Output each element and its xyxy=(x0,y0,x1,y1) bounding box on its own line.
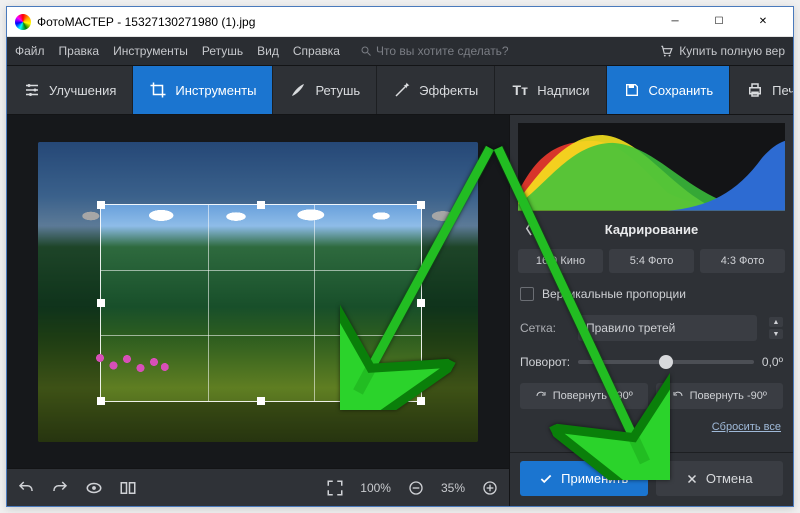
grid-row: Сетка: Правило третей ▲▼ xyxy=(510,309,793,347)
ratio-16-9[interactable]: 16:9 Кино xyxy=(518,249,603,273)
canvas-wrap xyxy=(7,115,509,468)
app-body: Файл Правка Инструменты Ретушь Вид Справ… xyxy=(7,37,793,506)
menu-tools[interactable]: Инструменты xyxy=(113,44,188,58)
menu-retouch[interactable]: Ретушь xyxy=(202,44,243,58)
crop-handle-bl[interactable] xyxy=(97,397,105,405)
histogram xyxy=(518,123,785,211)
cart-icon xyxy=(659,44,673,58)
sliders-icon xyxy=(23,81,41,99)
menubar: Файл Правка Инструменты Ретушь Вид Справ… xyxy=(7,37,793,65)
save-icon xyxy=(623,81,641,99)
side-panel: 〈 Кадрирование 16:9 Кино 5:4 Фото 4:3 Фо… xyxy=(509,115,793,506)
save-button[interactable]: Сохранить xyxy=(607,66,731,114)
menu-file[interactable]: Файл xyxy=(15,44,45,58)
zoom-percent[interactable]: 35% xyxy=(441,481,465,495)
crop-handle-tm[interactable] xyxy=(257,201,265,209)
maximize-button[interactable]: ☐ xyxy=(697,8,741,36)
menu-help[interactable]: Справка xyxy=(293,44,340,58)
rotate-minus-90[interactable]: Повернуть -90º xyxy=(656,383,784,409)
titlebar: ФотоМАСТЕР - 15327130271980 (1).jpg ─ ☐ … xyxy=(7,7,793,37)
fit-percent[interactable]: 100% xyxy=(360,481,391,495)
ratio-4-3[interactable]: 4:3 Фото xyxy=(700,249,785,273)
crop-handle-bm[interactable] xyxy=(257,397,265,405)
rotate-label: Поворот: xyxy=(520,355,570,369)
tab-retouch[interactable]: Ретушь xyxy=(273,66,377,114)
cancel-button[interactable]: Отмена xyxy=(656,461,784,496)
menu-view[interactable]: Вид xyxy=(257,44,279,58)
tab-captions[interactable]: Tт Надписи xyxy=(495,66,606,114)
canvas-pane: 100% 35% xyxy=(7,115,509,506)
panel-title: Кадрирование xyxy=(605,222,699,237)
vertical-checkbox[interactable] xyxy=(520,287,534,301)
help-search[interactable]: Что вы хотите сделать? xyxy=(360,44,509,58)
zoom-out-button[interactable] xyxy=(407,479,425,497)
panel-header: 〈 Кадрирование xyxy=(510,215,793,243)
panel-back-button[interactable]: 〈 xyxy=(518,219,532,239)
rotate-value: 0,0º xyxy=(762,355,783,369)
crop-handle-lm[interactable] xyxy=(97,299,105,307)
rotate-cw-icon xyxy=(535,390,547,402)
window-title: ФотоМАСТЕР - 15327130271980 (1).jpg xyxy=(37,15,653,29)
compare-button[interactable] xyxy=(119,479,137,497)
search-icon xyxy=(360,45,372,57)
menu-edit[interactable]: Правка xyxy=(59,44,100,58)
crop-rectangle[interactable] xyxy=(100,204,422,402)
tab-tools[interactable]: Инструменты xyxy=(133,66,273,114)
rotate-row: Поворот: 0,0º xyxy=(510,347,793,377)
slider-thumb[interactable] xyxy=(659,355,673,369)
tab-enhance[interactable]: Улучшения xyxy=(7,66,133,114)
workarea: 100% 35% 〈 Кадрирование xyxy=(7,115,793,506)
preview-button[interactable] xyxy=(85,479,103,497)
wand-icon xyxy=(393,81,411,99)
action-row: Применить Отмена xyxy=(510,452,793,506)
window-controls: ─ ☐ ✕ xyxy=(653,8,785,36)
crop-handle-br[interactable] xyxy=(417,397,425,405)
app-window: ФотоМАСТЕР - 15327130271980 (1).jpg ─ ☐ … xyxy=(6,6,794,507)
fit-screen-button[interactable] xyxy=(326,479,344,497)
crop-handle-tr[interactable] xyxy=(417,201,425,209)
print-button[interactable]: Печать xyxy=(730,66,793,114)
tab-effects[interactable]: Эффекты xyxy=(377,66,495,114)
close-button[interactable]: ✕ xyxy=(741,8,785,36)
app-icon xyxy=(15,14,31,30)
brush-icon xyxy=(289,81,307,99)
zoom-in-button[interactable] xyxy=(481,479,499,497)
vertical-proportions-row[interactable]: Вертикальные пропорции xyxy=(510,279,793,309)
print-icon xyxy=(746,81,764,99)
main-toolbar: Улучшения Инструменты Ретушь Эффекты Tт … xyxy=(7,65,793,115)
aspect-ratio-row: 16:9 Кино 5:4 Фото 4:3 Фото xyxy=(510,243,793,279)
photo-canvas[interactable] xyxy=(38,142,478,442)
check-icon xyxy=(539,472,553,486)
redo-button[interactable] xyxy=(51,479,69,497)
x-icon xyxy=(686,473,698,485)
rotate-plus-90[interactable]: Повернуть +90º xyxy=(520,383,648,409)
undo-button[interactable] xyxy=(17,479,35,497)
ratio-5-4[interactable]: 5:4 Фото xyxy=(609,249,694,273)
crop-handle-tl[interactable] xyxy=(97,201,105,209)
grid-stepper[interactable]: ▲▼ xyxy=(769,317,783,339)
minimize-button[interactable]: ─ xyxy=(653,8,697,36)
crop-handle-rm[interactable] xyxy=(417,299,425,307)
crop-icon xyxy=(149,81,167,99)
grid-select[interactable]: Правило третей xyxy=(578,315,757,341)
reset-all-link[interactable]: Сбросить все xyxy=(510,415,793,443)
apply-button[interactable]: Применить xyxy=(520,461,648,496)
bottom-toolbar: 100% 35% xyxy=(7,468,509,506)
grid-label: Сетка: xyxy=(520,321,570,335)
text-icon: Tт xyxy=(511,81,529,99)
rotate-buttons: Повернуть +90º Повернуть -90º xyxy=(510,377,793,415)
buy-full-version[interactable]: Купить полную вер xyxy=(659,44,785,58)
vertical-label: Вертикальные пропорции xyxy=(542,287,686,301)
rotate-slider[interactable] xyxy=(578,360,754,364)
rotate-ccw-icon xyxy=(672,390,684,402)
